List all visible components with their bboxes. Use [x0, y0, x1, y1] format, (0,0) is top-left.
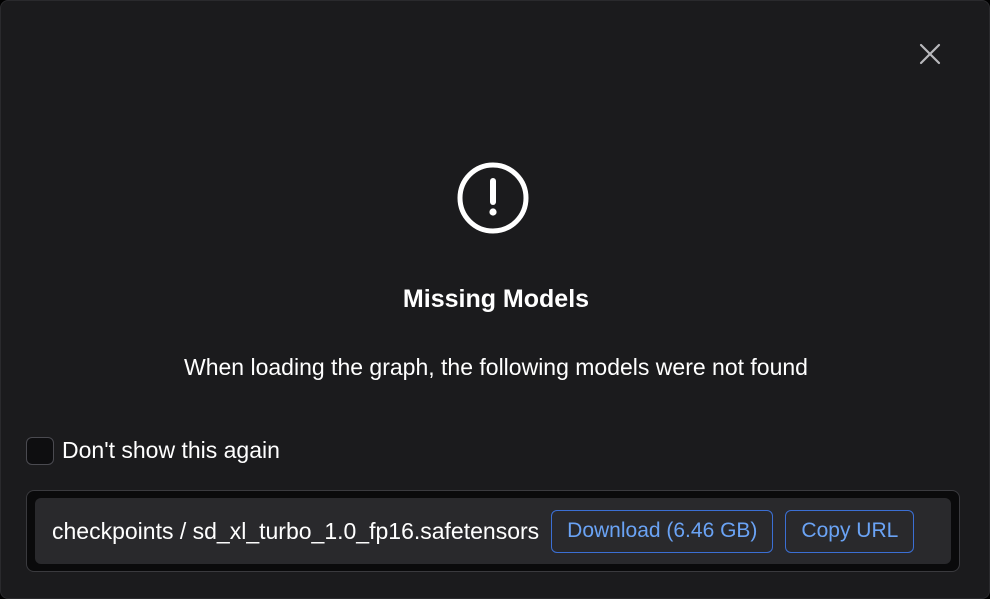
close-button[interactable] — [910, 34, 950, 74]
dont-show-again-row[interactable]: Don't show this again — [26, 435, 280, 466]
close-icon — [919, 43, 941, 65]
list-item: checkpoints / sd_xl_turbo_1.0_fp16.safet… — [35, 498, 951, 564]
exclamation-circle-icon — [457, 162, 529, 234]
missing-models-list: checkpoints / sd_xl_turbo_1.0_fp16.safet… — [26, 490, 960, 572]
dialog-title: Missing Models — [402, 285, 590, 313]
download-button[interactable]: Download (6.46 GB) — [551, 509, 774, 553]
dialog-message: When loading the graph, the following mo… — [184, 354, 808, 380]
dont-show-again-label: Don't show this again — [62, 437, 280, 463]
model-name: checkpoints / sd_xl_turbo_1.0_fp16.safet… — [52, 517, 540, 544]
dont-show-again-checkbox[interactable] — [26, 436, 54, 465]
copy-url-button[interactable]: Copy URL — [785, 509, 915, 553]
missing-models-dialog: Missing Models When loading the graph, t… — [0, 0, 990, 599]
